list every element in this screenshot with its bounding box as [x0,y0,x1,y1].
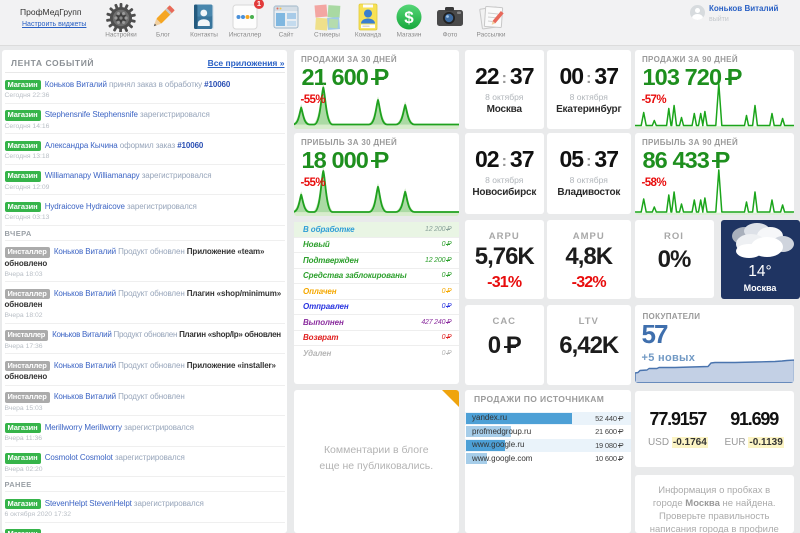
svg-text:$: $ [404,8,414,27]
